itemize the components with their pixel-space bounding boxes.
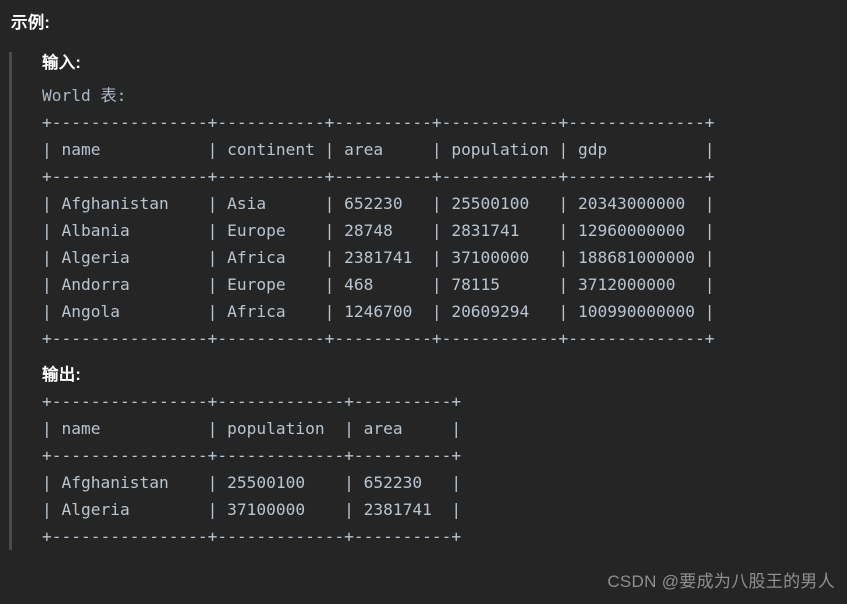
- input-section-label: 输入:: [42, 53, 82, 72]
- output-ascii-table: +----------------+-------------+--------…: [42, 391, 462, 546]
- page-root: 示例: 输入: World 表: +----------------+-----…: [0, 0, 847, 604]
- csdn-watermark: CSDN @要成为八股王的男人: [607, 572, 835, 591]
- input-table-caption: World 表:: [42, 85, 127, 105]
- input-ascii-table: +----------------+-----------+----------…: [42, 112, 715, 348]
- output-section-label: 输出:: [42, 365, 82, 384]
- page-title: 示例:: [11, 14, 51, 32]
- blockquote-container: 输入: World 表: +----------------+---------…: [9, 51, 847, 550]
